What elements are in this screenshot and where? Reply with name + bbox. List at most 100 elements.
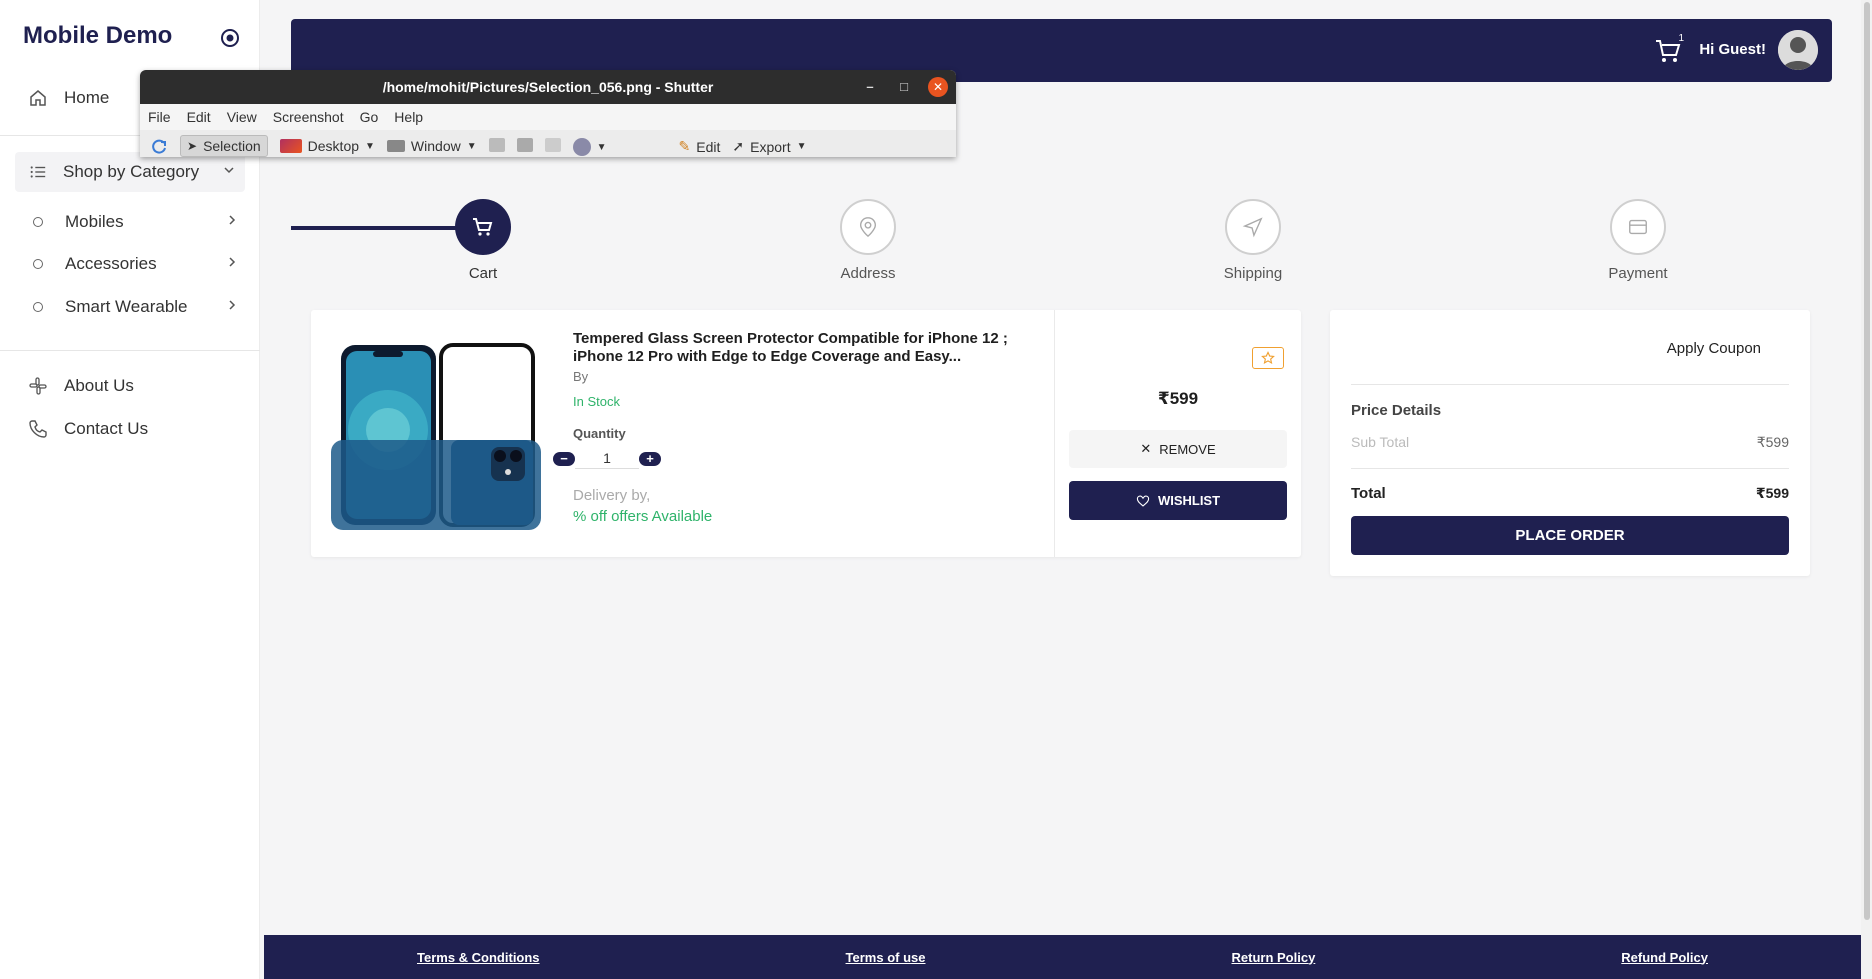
desktop-tool-button[interactable]: Desktop ▼ — [279, 138, 375, 154]
chevron-right-icon — [229, 257, 236, 267]
dropdown-arrow-icon[interactable]: ▼ — [597, 142, 607, 153]
apply-coupon-link[interactable]: Apply Coupon — [1667, 340, 1761, 357]
star-icon — [1261, 351, 1275, 364]
product-name[interactable]: Tempered Glass Screen Protector Compatib… — [573, 330, 1023, 366]
nav-contact-label: Contact Us — [64, 419, 149, 438]
shutter-window: /home/mohit/Pictures/Selection_056.png -… — [140, 70, 956, 157]
slack-icon — [29, 377, 47, 395]
desktop-label: Desktop — [307, 138, 360, 154]
web-capture-icon — [544, 138, 561, 152]
order-summary: Apply Coupon Price Details Sub Total ₹59… — [1330, 310, 1810, 576]
card-icon — [1629, 219, 1647, 235]
tooltip-capture-icon — [516, 138, 533, 152]
window-tool-button[interactable]: Window ▼ — [386, 138, 477, 154]
step-circle — [1610, 199, 1666, 255]
footer-link-refund-policy[interactable]: Refund Policy — [1621, 950, 1708, 965]
avatar[interactable] — [1778, 30, 1818, 70]
shop-by-category-toggle[interactable]: Shop by Category — [15, 152, 245, 192]
dropdown-arrow-icon[interactable]: ▼ — [797, 141, 807, 152]
step-label: Address — [840, 265, 896, 282]
decrease-quantity-button[interactable]: − — [553, 451, 575, 466]
bullet-icon — [33, 302, 43, 312]
sphere-button[interactable]: ▼ — [572, 138, 607, 156]
menu-edit[interactable]: Edit — [187, 109, 211, 125]
card-divider — [1054, 310, 1055, 557]
redo-button[interactable] — [150, 138, 168, 156]
dropdown-arrow-icon[interactable]: ▼ — [467, 141, 477, 152]
shutter-title: /home/mohit/Pictures/Selection_056.png -… — [382, 79, 714, 95]
nav-home[interactable]: Home — [28, 88, 109, 108]
window-label: Window — [410, 138, 461, 154]
increase-quantity-button[interactable]: + — [639, 451, 661, 466]
menu-go[interactable]: Go — [360, 109, 379, 125]
navigation-arrow-icon — [1242, 217, 1263, 238]
menu-capture-icon — [488, 138, 505, 152]
export-icon: ➚ — [732, 138, 745, 154]
edit-icon: ✎ — [678, 138, 691, 154]
menu-file[interactable]: File — [148, 109, 171, 125]
edit-tool-button[interactable]: ✎ Edit — [679, 138, 721, 155]
greeting-text[interactable]: Hi Guest! — [1699, 41, 1766, 58]
category-item-smart-wearable[interactable]: Smart Wearable — [33, 297, 238, 317]
place-order-button[interactable]: PLACE ORDER — [1351, 516, 1789, 555]
scrollbar-thumb[interactable] — [1864, 2, 1870, 920]
category-item-accessories[interactable]: Accessories — [33, 254, 238, 274]
product-image[interactable] — [331, 335, 541, 535]
category-label: Mobiles — [65, 212, 124, 231]
shutter-menubar: File Edit View Screenshot Go Help — [140, 104, 956, 130]
menu-help[interactable]: Help — [394, 109, 423, 125]
step-label: Cart — [468, 265, 498, 282]
minimize-button[interactable]: – — [860, 77, 880, 97]
brand-title[interactable]: Mobile Demo — [23, 22, 172, 50]
category-item-mobiles[interactable]: Mobiles — [33, 212, 238, 232]
window-icon — [386, 140, 405, 152]
wishlist-button[interactable]: WISHLIST — [1069, 481, 1287, 520]
footer-link-return-policy[interactable]: Return Policy — [1232, 950, 1316, 965]
step-payment[interactable]: Payment — [1578, 199, 1698, 282]
step-shipping[interactable]: Shipping — [1193, 199, 1313, 282]
step-label: Shipping — [1223, 265, 1283, 282]
chevron-right-icon — [229, 215, 236, 225]
step-address[interactable]: Address — [808, 199, 928, 282]
footer-link-terms-of-use[interactable]: Terms of use — [846, 950, 926, 965]
export-tool-button[interactable]: ➚ Export ▼ — [732, 138, 806, 155]
refresh-icon — [152, 139, 166, 154]
quantity-value[interactable]: 1 — [575, 448, 639, 469]
dropdown-arrow-icon[interactable]: ▼ — [365, 141, 375, 152]
step-circle — [1225, 199, 1281, 255]
wishlist-label: WISHLIST — [1157, 493, 1221, 508]
remove-label: REMOVE — [1159, 441, 1216, 457]
bullet-icon — [33, 217, 43, 227]
step-label: Payment — [1608, 265, 1668, 282]
shutter-toolbar: ➤ Selection Desktop ▼ Window ▼ ▼ ✎ Edit … — [140, 130, 956, 157]
shutter-titlebar[interactable]: /home/mohit/Pictures/Selection_056.png -… — [140, 70, 956, 104]
radio-toggle-icon[interactable] — [220, 28, 240, 48]
close-button[interactable]: ✕ — [928, 77, 948, 97]
export-label: Export — [750, 138, 791, 155]
menu-capture-button[interactable] — [488, 138, 505, 152]
edit-label: Edit — [696, 138, 721, 155]
footer: Terms & Conditions Terms of use Return P… — [264, 935, 1861, 979]
menu-view[interactable]: View — [227, 109, 257, 125]
favorite-button[interactable] — [1252, 347, 1284, 369]
delivery-text: Delivery by, — [573, 487, 651, 504]
step-cart[interactable]: Cart — [423, 199, 543, 282]
maximize-button[interactable]: □ — [894, 77, 914, 97]
selection-tool-button[interactable]: ➤ Selection — [180, 135, 268, 157]
location-pin-icon — [859, 217, 877, 238]
menu-screenshot[interactable]: Screenshot — [273, 109, 344, 125]
web-capture-button[interactable] — [544, 138, 561, 152]
step-circle — [455, 199, 511, 255]
remove-button[interactable]: ✕ REMOVE — [1069, 430, 1287, 468]
offers-text[interactable]: % off offers Available — [573, 508, 712, 525]
quantity-label: Quantity — [573, 426, 626, 441]
tooltip-capture-button[interactable] — [516, 138, 533, 152]
nav-about[interactable]: About Us — [28, 376, 134, 396]
footer-link-terms-conditions[interactable]: Terms & Conditions — [417, 950, 540, 965]
price-details-title: Price Details — [1351, 402, 1442, 419]
sphere-icon — [572, 138, 591, 156]
sidebar-divider — [0, 350, 260, 351]
total-label: Total — [1351, 485, 1386, 502]
category-label: Accessories — [65, 254, 157, 273]
nav-contact[interactable]: Contact Us — [28, 419, 148, 439]
